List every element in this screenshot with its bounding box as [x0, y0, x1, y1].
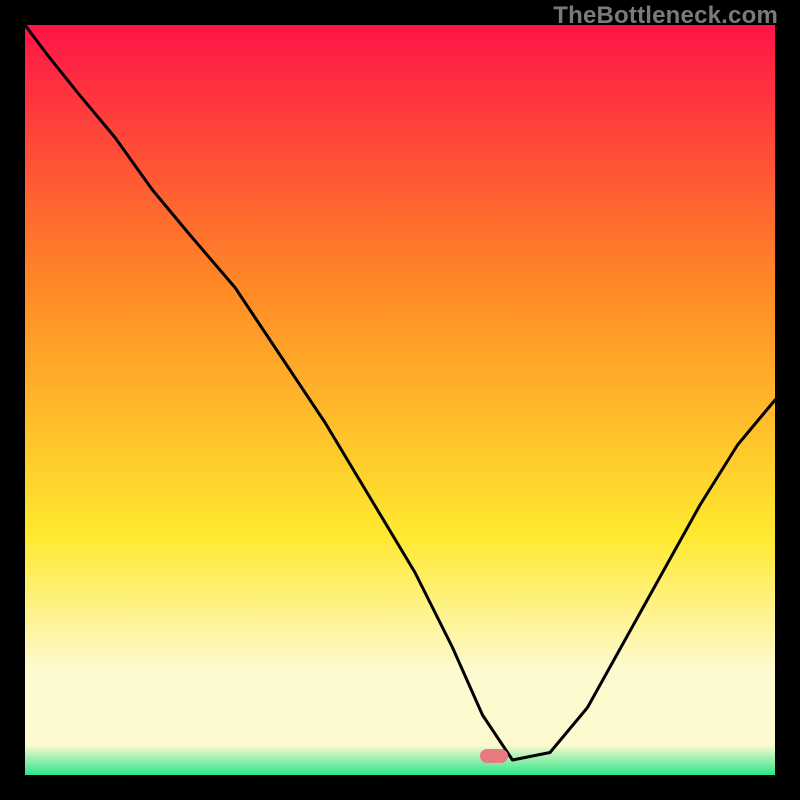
optimal-marker: [480, 749, 508, 763]
gradient-background: [25, 25, 775, 775]
watermark-text: TheBottleneck.com: [553, 2, 778, 30]
chart-container: TheBottleneck.com: [0, 0, 800, 800]
bottleneck-chart: [25, 25, 775, 775]
